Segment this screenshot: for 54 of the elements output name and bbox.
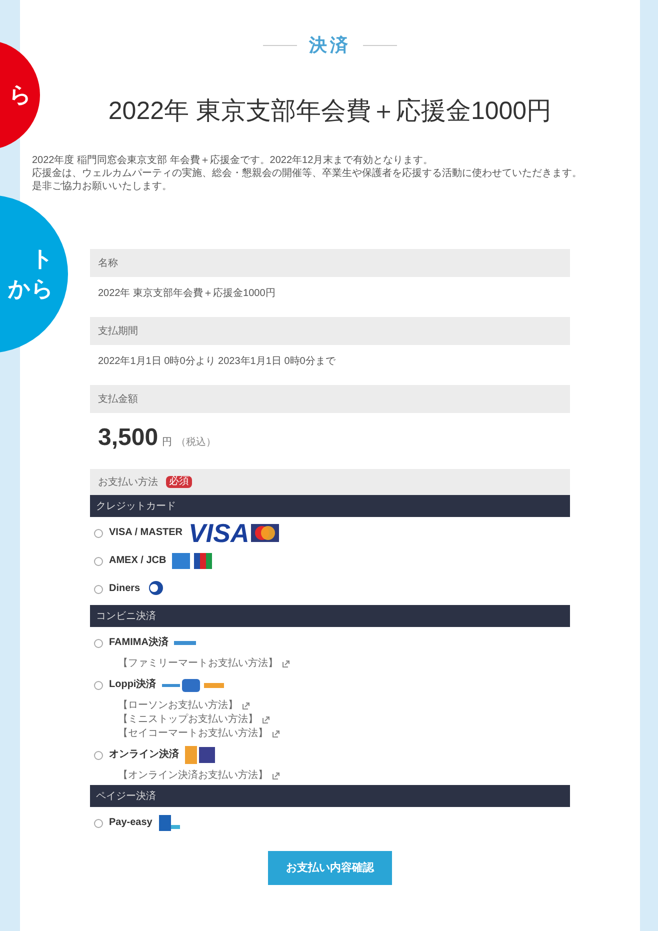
group-header: コンビニ決済 <box>90 605 570 627</box>
external-link-icon <box>242 702 250 710</box>
payment-guide-link[interactable]: 【ミニストップお支払い方法】 <box>118 715 258 725</box>
page-title: 2022年 東京支部年会費＋応援金1000円 <box>108 99 552 124</box>
option-label: Loppi決済 <box>109 680 156 690</box>
payment-guide-link[interactable]: 【ファミリーマートお支払い方法】 <box>118 659 278 669</box>
description-text: 2022年度 稲門同窓会東京支部 年会費＋応援金です。2022年12月末まで有効となります。 <box>32 154 434 167</box>
card-brand-icon <box>172 553 190 569</box>
payment-guide-link[interactable]: 【ローソンお支払い方法】 <box>118 701 238 711</box>
tax-note: （税込） <box>176 436 216 450</box>
card-brand-icon <box>251 524 280 542</box>
radio-button[interactable] <box>94 638 103 648</box>
circle-text: ト <box>31 245 54 273</box>
field-label: 支払金額 <box>90 385 570 413</box>
payment-guide-link[interactable]: 【セイコーマートお支払い方法】 <box>118 729 268 739</box>
group-header: ペイジー決済 <box>90 785 570 807</box>
radio-button[interactable] <box>94 818 103 828</box>
external-link-icon <box>262 716 270 724</box>
external-link-icon <box>272 730 280 738</box>
field-label: 支払期間 <box>90 317 570 345</box>
field-label: 名称 <box>90 249 570 277</box>
description-text: 応援金は、ウェルカムパーティの実施、総会・懇親会の開催等、卒業生や保護者を応援する活動に使わせていただきます。 <box>32 167 583 180</box>
radio-button[interactable] <box>94 750 103 760</box>
external-link-icon <box>282 660 290 668</box>
option-label: Diners <box>109 584 140 594</box>
store-logo-icon <box>174 641 196 645</box>
group-header: クレジットカード <box>90 495 570 517</box>
card-brand-icon <box>194 553 212 569</box>
description-text: 是非ご協力お願いいたします。 <box>32 180 173 193</box>
pay-easy-logo-icon <box>158 814 180 832</box>
amount-value: 3,500 <box>98 426 158 450</box>
option-label: Pay-easy <box>109 818 152 828</box>
store-logo-icon <box>162 677 224 693</box>
option-label: VISA / MASTER <box>109 528 183 538</box>
store-logo-icon <box>199 747 215 763</box>
external-link-icon <box>272 772 280 780</box>
option-label: オンライン決済 <box>109 750 179 760</box>
circle-text: ら <box>9 81 32 109</box>
section-heading: 決済 <box>309 34 351 57</box>
field-value: 2022年1月1日 0時0分より 2023年1月1日 0時0分まで <box>97 354 336 368</box>
circle-text: から <box>8 275 54 303</box>
radio-button[interactable] <box>94 556 103 566</box>
radio-button[interactable] <box>94 680 103 690</box>
option-label: FAMIMA決済 <box>109 638 168 648</box>
currency-unit: 円 <box>162 436 172 450</box>
field-value: 2022年 東京支部年会費＋応援金1000円 <box>97 286 276 300</box>
option-label: AMEX / JCB <box>109 556 166 566</box>
card-logo-text: VISA <box>188 520 250 546</box>
payment-guide-link[interactable]: 【オンライン決済お支払い方法】 <box>118 771 268 781</box>
required-badge: 必須 <box>166 476 192 488</box>
field-label: お支払い方法 <box>98 476 158 490</box>
radio-button[interactable] <box>94 584 103 594</box>
radio-button[interactable] <box>94 528 103 538</box>
store-logo-icon <box>185 746 197 764</box>
